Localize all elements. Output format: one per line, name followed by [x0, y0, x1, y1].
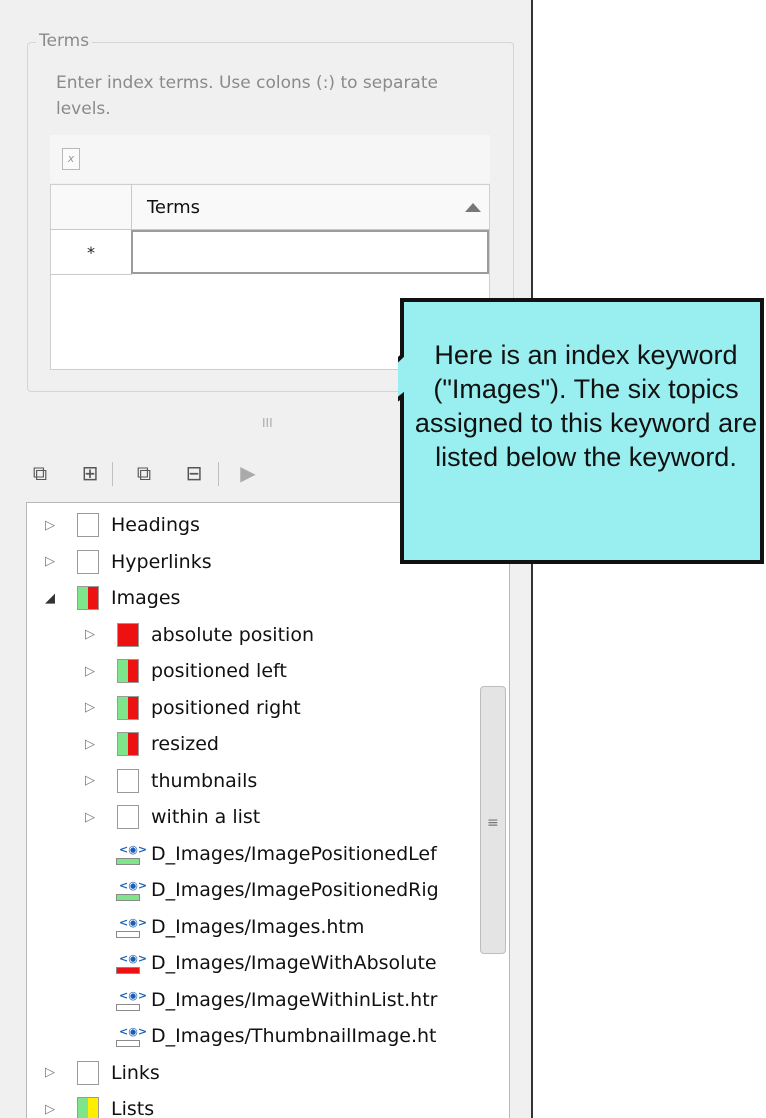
- expand-arrow-icon[interactable]: ▷: [85, 810, 105, 825]
- tree-item[interactable]: ▷ Lists: [45, 1091, 154, 1118]
- scroll-grip-icon: ≡: [487, 815, 499, 831]
- topic-item[interactable]: <◉> D_Images/ImagePositionedLef: [115, 836, 437, 872]
- tree-item[interactable]: ▷ within a list: [85, 799, 260, 835]
- keyword-status-icon: [77, 513, 99, 537]
- topic-label: D_Images/Images.htm: [151, 915, 365, 938]
- row-header-cell: [51, 185, 132, 229]
- tree-item[interactable]: ▷ Headings: [45, 507, 200, 543]
- keyword-status-icon: [77, 549, 99, 574]
- tree-item-label: positioned left: [151, 660, 287, 682]
- expand-arrow-icon[interactable]: ▷: [85, 773, 105, 788]
- keyword-status-icon: [117, 622, 139, 647]
- topic-label: D_Images/ImagePositionedRig: [151, 879, 439, 901]
- tree-item-label: within a list: [151, 806, 261, 828]
- index-tree: ▷ Headings ▷ Hyperlinks ◢ Images ▷ absolute pos…: [26, 502, 510, 1118]
- tree-item-label: Hyperlinks: [111, 550, 212, 573]
- expand-arrow-icon[interactable]: ▷: [45, 518, 65, 533]
- expand-tree-icon[interactable]: ⊞: [78, 460, 102, 486]
- topic-file-icon: <◉>: [115, 877, 147, 903]
- topic-item[interactable]: <◉> D_Images/ThumbnailImage.ht: [115, 1018, 436, 1054]
- splitter-grip[interactable]: III: [262, 416, 273, 430]
- sort-ascending-icon[interactable]: [465, 203, 481, 212]
- keyword-status-icon: [117, 659, 139, 683]
- expand-arrow-icon[interactable]: ▷: [45, 1102, 65, 1117]
- collapse-tree-icon[interactable]: ⊟: [182, 460, 206, 486]
- topic-item[interactable]: <◉> D_Images/ImageWithAbsolute: [115, 945, 437, 981]
- topic-item[interactable]: <◉> D_Images/Images.htm: [115, 909, 364, 945]
- tree-item-label: Headings: [111, 514, 200, 536]
- tree-item-label: thumbnails: [151, 769, 258, 792]
- tree-item-label: Links: [111, 1061, 160, 1084]
- expand-arrow-icon[interactable]: ▷: [85, 664, 105, 679]
- keyword-status-icon: [77, 1097, 99, 1118]
- terms-hint: Enter index terms. Use colons (:) to sep…: [56, 73, 438, 119]
- terms-new-row: *: [51, 230, 489, 275]
- collapse-all-icon[interactable]: ⧉: [132, 460, 156, 486]
- tree-item-label: Lists: [111, 1098, 155, 1118]
- tree-item-label: absolute position: [151, 623, 314, 646]
- toolbar-separator: [218, 462, 219, 486]
- topic-item[interactable]: <◉> D_Images/ImagePositionedRig: [115, 872, 439, 908]
- keyword-status-icon: [77, 1060, 99, 1085]
- keyword-status-icon: [77, 586, 99, 610]
- expand-arrow-icon[interactable]: ▷: [85, 700, 105, 715]
- keyword-status-icon: [117, 768, 139, 793]
- terms-grid-header: Terms: [51, 185, 489, 230]
- tree-item[interactable]: ▷ thumbnails: [85, 763, 257, 799]
- topic-file-icon: <◉>: [115, 987, 147, 1013]
- callout-text: Here is an index keyword ("Images"). The…: [414, 340, 758, 472]
- tree-item-label: Images: [111, 587, 181, 609]
- topic-label: D_Images/ImagePositionedLef: [151, 842, 437, 865]
- topic-file-icon: <◉>: [115, 1023, 147, 1049]
- topic-file-icon: <◉>: [115, 914, 147, 940]
- tree-item[interactable]: ▷ resized: [85, 726, 219, 762]
- tree-item-label: resized: [151, 733, 219, 755]
- topic-label: D_Images/ImageWithinList.htr: [151, 988, 438, 1011]
- terms-toolbar: [50, 135, 490, 183]
- topic-label: D_Images/ThumbnailImage.ht: [151, 1025, 437, 1047]
- term-input-cell[interactable]: [131, 230, 489, 274]
- topic-item[interactable]: <◉> D_Images/ImageWithinList.htr: [115, 982, 437, 1018]
- keyword-status-icon: [117, 732, 139, 756]
- toolbar-separator: [112, 462, 113, 486]
- new-row-marker: *: [51, 230, 132, 275]
- expand-arrow-icon[interactable]: ▷: [85, 737, 105, 752]
- topic-file-icon: <◉>: [115, 950, 147, 976]
- expand-arrow-icon[interactable]: ▷: [45, 554, 65, 569]
- expand-arrow-icon[interactable]: ▷: [85, 627, 105, 642]
- tree-item[interactable]: ◢ Images: [45, 580, 180, 616]
- tree-scrollbar-thumb[interactable]: ≡: [480, 686, 506, 954]
- keyword-status-icon: [117, 695, 139, 720]
- terms-group-label: Terms: [36, 31, 93, 51]
- tree-item[interactable]: ▷ Hyperlinks: [45, 544, 212, 580]
- expand-all-icon[interactable]: ⧉: [28, 460, 52, 486]
- tree-item[interactable]: ▷ Links: [45, 1055, 160, 1091]
- tree-item[interactable]: ▷ positioned right: [85, 690, 301, 726]
- topic-label: D_Images/ImageWithAbsolute: [151, 952, 437, 974]
- keyword-status-icon: [117, 805, 139, 829]
- terms-column-header[interactable]: Terms: [147, 197, 200, 218]
- tree-item-label: positioned right: [151, 696, 301, 719]
- topic-file-icon: <◉>: [115, 841, 147, 867]
- expand-arrow-icon[interactable]: ▷: [45, 1065, 65, 1080]
- add-topic-icon[interactable]: ▶: [236, 460, 260, 486]
- delete-term-icon[interactable]: x: [62, 148, 80, 170]
- tree-item[interactable]: ▷ positioned left: [85, 653, 287, 689]
- tree-item[interactable]: ▷ absolute position: [85, 617, 314, 653]
- collapse-arrow-icon[interactable]: ◢: [45, 591, 65, 606]
